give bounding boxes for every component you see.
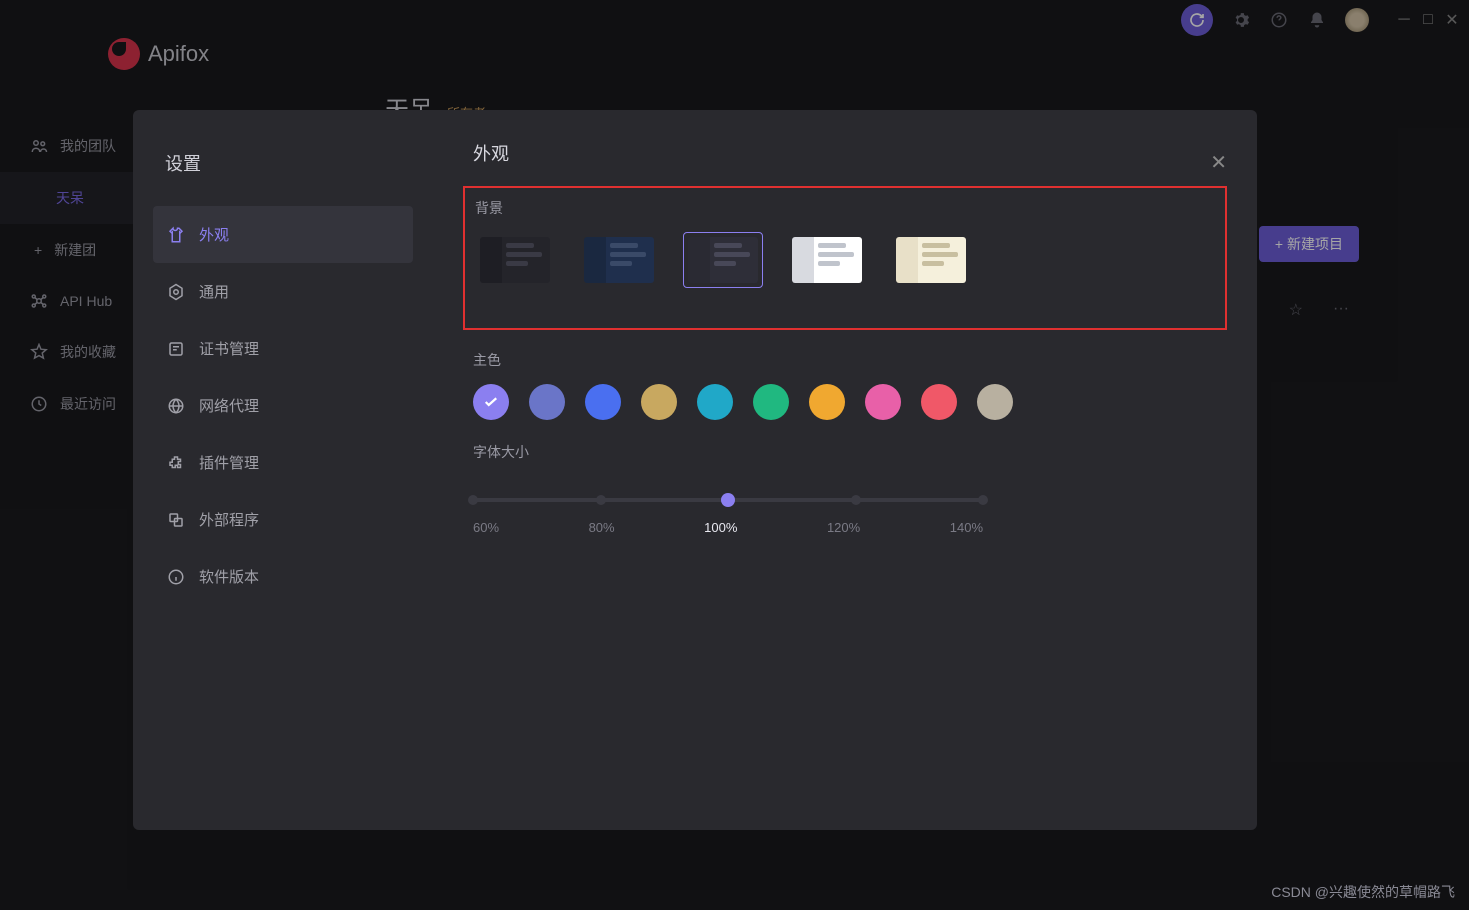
nav-general[interactable]: 通用 — [153, 263, 413, 320]
external-icon — [167, 511, 185, 529]
settings-modal: ✕ 设置 外观 通用 证书管理 网络代理 插件管理 外部程序 软件版本 — [133, 110, 1257, 830]
color-row — [473, 384, 1217, 420]
color-option-3[interactable] — [641, 384, 677, 420]
settings-nav: 设置 外观 通用 证书管理 网络代理 插件管理 外部程序 软件版本 — [133, 110, 433, 830]
slider-stop[interactable] — [851, 495, 861, 505]
slider-label: 60% — [473, 520, 499, 535]
plugin-icon — [167, 454, 185, 472]
color-option-1[interactable] — [529, 384, 565, 420]
shirt-icon — [167, 226, 185, 244]
color-option-4[interactable] — [697, 384, 733, 420]
info-icon — [167, 568, 185, 586]
watermark: CSDN @兴趣使然的草帽路飞 — [1271, 882, 1455, 902]
primary-color-label: 主色 — [473, 350, 1217, 370]
slider-stop[interactable] — [596, 495, 606, 505]
gear-hex-icon — [167, 283, 185, 301]
color-option-7[interactable] — [865, 384, 901, 420]
nav-label: 证书管理 — [199, 338, 259, 359]
font-size-label: 字体大小 — [473, 442, 1217, 462]
annotation-highlight: 背景 — [463, 186, 1227, 330]
theme-option-4[interactable] — [891, 232, 971, 288]
globe-icon — [167, 397, 185, 415]
nav-external[interactable]: 外部程序 — [153, 491, 413, 548]
slider-track[interactable] — [473, 498, 983, 502]
color-option-6[interactable] — [809, 384, 845, 420]
slider-label: 120% — [827, 520, 860, 535]
theme-option-3[interactable] — [787, 232, 867, 288]
slider-handle[interactable] — [721, 493, 735, 507]
theme-option-1[interactable] — [579, 232, 659, 288]
color-option-2[interactable] — [585, 384, 621, 420]
background-label: 背景 — [475, 198, 1215, 218]
slider-label: 140% — [950, 520, 983, 535]
cert-icon — [167, 340, 185, 358]
nav-proxy[interactable]: 网络代理 — [153, 377, 413, 434]
slider-stop[interactable] — [978, 495, 988, 505]
panel-title: 外观 — [473, 140, 1217, 166]
slider-stop[interactable] — [468, 495, 478, 505]
color-option-0[interactable] — [473, 384, 509, 420]
slider-label: 80% — [589, 520, 615, 535]
slider-label: 100% — [704, 520, 737, 535]
nav-cert[interactable]: 证书管理 — [153, 320, 413, 377]
theme-option-2[interactable] — [683, 232, 763, 288]
slider-labels: 60% 80% 100% 120% 140% — [473, 520, 983, 535]
settings-panel: 外观 背景 — [433, 110, 1257, 830]
modal-title: 设置 — [153, 140, 413, 206]
nav-label: 网络代理 — [199, 395, 259, 416]
nav-plugin[interactable]: 插件管理 — [153, 434, 413, 491]
nav-appearance[interactable]: 外观 — [153, 206, 413, 263]
nav-label: 外观 — [199, 224, 229, 245]
font-size-slider: 60% 80% 100% 120% 140% — [473, 476, 1217, 545]
color-option-8[interactable] — [921, 384, 957, 420]
theme-option-0[interactable] — [475, 232, 555, 288]
nav-label: 插件管理 — [199, 452, 259, 473]
nav-label: 外部程序 — [199, 509, 259, 530]
nav-version[interactable]: 软件版本 — [153, 548, 413, 605]
color-option-5[interactable] — [753, 384, 789, 420]
theme-row — [475, 232, 1215, 288]
nav-label: 软件版本 — [199, 566, 259, 587]
color-option-9[interactable] — [977, 384, 1013, 420]
close-icon[interactable]: ✕ — [1210, 150, 1227, 175]
nav-label: 通用 — [199, 281, 229, 302]
